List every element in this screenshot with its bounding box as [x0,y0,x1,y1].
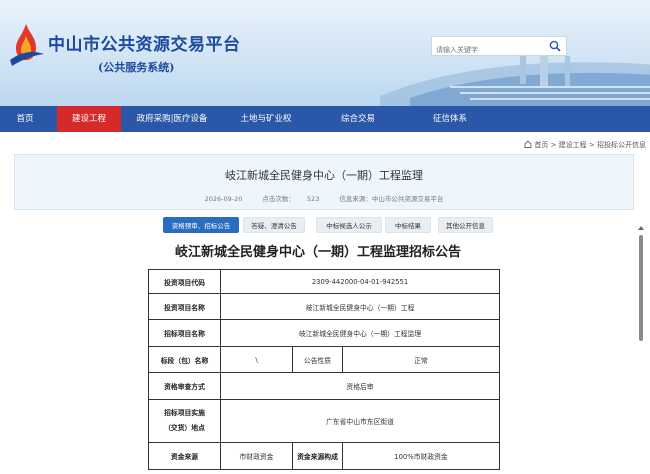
search-input[interactable] [432,41,548,59]
site-brand: 中山市公共资源交易平台 [48,35,241,55]
home-icon [524,140,532,148]
value-section-name: \ [220,346,293,373]
scroll-up-icon[interactable] [638,226,644,230]
label-fund-source: 资金来源 [148,442,221,470]
tab-clarification[interactable]: 答疑、澄清公告 [243,217,305,233]
tab-result[interactable]: 中标结果 [385,217,431,233]
nav-item-procurement[interactable]: 政府采购|医疗设备 [127,106,217,132]
label-location: 招标项目实施 （交货）地点 [148,399,221,443]
announcement-title: 岐江新城全民健身中心（一期）工程监理招标公告 [174,245,461,260]
search-box [431,36,567,59]
main-nav: 首页 建设工程 政府采购|医疗设备 土地与矿业权 综合交易 征信体系 [0,106,650,132]
page-scrollbar[interactable] [637,226,645,474]
value-project-code: 2309-442000-04-01-942551 [220,269,500,294]
label-qual-method: 资格审查方式 [148,372,221,400]
label-fund-composition: 资金来源构成 [292,442,343,470]
breadcrumb-text[interactable]: 首页 > 建设工程 > 招投标公开信息 [534,141,646,149]
label-project-code: 投资项目代码 [148,269,221,294]
label-tender-name: 招标项目名称 [148,319,221,347]
views-count: 523 [306,195,320,203]
logo-icon [10,24,44,66]
article-views: 点击次数： 523 [256,195,325,203]
value-location: 广东省中山市东区街道 [220,399,500,443]
label-location-line1: 招标项目实施 [164,409,205,417]
site-sub-brand: (公共服务系统) [98,61,175,74]
table-row: 招标项目名称 岐江新城全民健身中心（一期）工程监理 [148,319,500,347]
value-announce-nature: 正常 [342,346,500,373]
search-icon[interactable] [549,40,561,52]
article-header: 岐江新城全民健身中心（一期）工程监理 2026-09-20 点击次数： 523 信… [14,154,634,210]
article-title: 岐江新城全民健身中心（一期）工程监理 [225,169,423,182]
tab-candidate[interactable]: 中标候选人公示 [316,217,382,233]
article-date: 2026-09-20 [204,195,243,203]
site-header: 中山市公共资源交易平台 (公共服务系统) [0,0,650,106]
nav-item-comprehensive[interactable]: 综合交易 [320,106,396,132]
info-tabs: 资格预审、招标公告 答疑、澄清公告 中标候选人公示 中标结果 其他公开信息 [0,217,650,233]
article-source: 信息来源：中山市公共资源交易平台 [339,195,444,203]
tab-other-info[interactable]: 其他公开信息 [438,217,493,233]
tab-prequal-notice[interactable]: 资格预审、招标公告 [163,217,239,233]
label-project-name: 投资项目名称 [148,293,221,320]
value-tender-name: 岐江新城全民健身中心（一期）工程监理 [220,319,500,347]
value-fund-source: 市财政资金 [220,442,293,470]
nav-item-construction[interactable]: 建设工程 [57,106,121,132]
nav-item-home[interactable]: 首页 [0,106,50,132]
table-row: 投资项目名称 岐江新城全民健身中心（一期）工程 [148,293,500,320]
value-qual-method: 资格后审 [220,372,500,400]
value-fund-composition: 100%市财政资金 [342,442,500,470]
nav-item-credit[interactable]: 征信体系 [412,106,488,132]
label-section-name: 标段（包）名称 [148,346,221,373]
table-row: 标段（包）名称 \ 公告性质 正常 [148,346,500,373]
table-row: 资格审查方式 资格后审 [148,372,500,400]
label-announce-nature: 公告性质 [292,346,343,373]
views-label: 点击次数： [262,195,295,203]
nav-item-land-mining[interactable]: 土地与矿业权 [226,106,306,132]
table-row: 投资项目代码 2309-442000-04-01-942551 [148,269,500,294]
tender-info-table: 投资项目代码 2309-442000-04-01-942551 投资项目名称 岐… [148,269,500,470]
scrollbar-thumb[interactable] [639,235,643,341]
table-row: 资金来源 市财政资金 资金来源构成 100%市财政资金 [148,442,500,470]
table-row: 招标项目实施 （交货）地点 广东省中山市东区街道 [148,399,500,443]
breadcrumb: 首页 > 建设工程 > 招投标公开信息 [524,140,646,150]
article-meta: 2026-09-20 点击次数： 523 信息来源：中山市公共资源交易平台 [15,193,633,203]
value-project-name: 岐江新城全民健身中心（一期）工程 [220,293,500,320]
label-location-line2: （交货）地点 [164,424,205,432]
